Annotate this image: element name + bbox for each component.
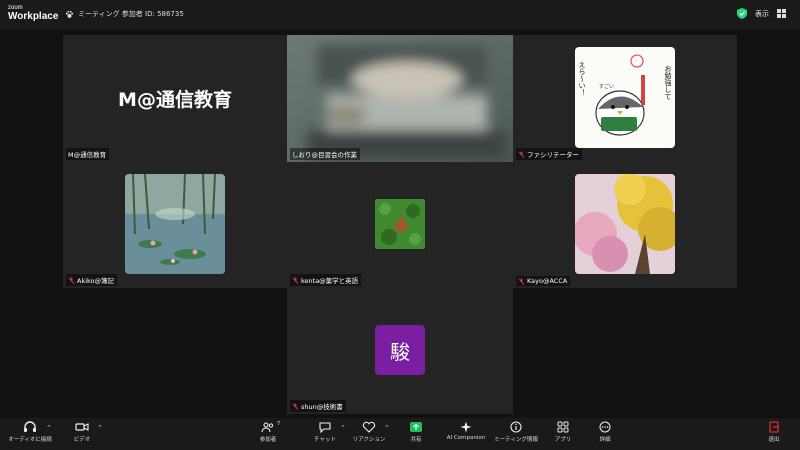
- participant-name-label: shun@技術書: [290, 400, 346, 412]
- headphones-icon: [24, 421, 36, 432]
- participant-tile-m-tsushin[interactable]: M@通信教育 M@通信教育: [63, 35, 287, 162]
- sparkle-icon: [460, 421, 472, 433]
- participant-avatar-waterlilies: [125, 174, 225, 274]
- mic-muted-icon: [292, 402, 299, 410]
- meeting-id-text: ミーティング 参加者 ID: 586735: [78, 10, 184, 18]
- grid-view-icon[interactable]: [777, 9, 786, 18]
- mic-muted-icon: [518, 277, 525, 285]
- top-bar: zoom Workplace ミーティング 参加者 ID: 586735 表示: [0, 0, 800, 30]
- video-options-chevron-up-icon[interactable]: ⌃: [97, 424, 103, 432]
- apps-button[interactable]: アプリ: [541, 421, 585, 443]
- paw-icon: [65, 10, 74, 18]
- meeting-toolbar: オーディオに接続 ⌃ ビデオ ⌃ 参加者 7 チャット ⌃ リアクション ⌃ 共…: [0, 418, 800, 450]
- sticker-text-right: お勉強して: [664, 65, 672, 100]
- participant-name-label: Akiko@簿記: [66, 274, 118, 286]
- mic-muted-icon: [292, 276, 299, 284]
- participant-name-label: Kayo@ACCA: [516, 276, 571, 286]
- participant-tile-shun[interactable]: 駿 shun@技術書: [287, 288, 513, 414]
- participant-name-label: ファシリテーター: [516, 148, 582, 160]
- chat-bubble-icon: [319, 422, 331, 433]
- share-button[interactable]: 共有: [394, 421, 438, 443]
- meeting-info-button[interactable]: ミーティング情報: [494, 421, 538, 443]
- participant-tile-kayo[interactable]: Kayo@ACCA: [513, 162, 737, 288]
- participants-count-badge: 7: [277, 421, 281, 427]
- bird-sticker-icon: [595, 54, 645, 136]
- mic-muted-icon: [68, 276, 75, 284]
- mic-muted-icon: [518, 150, 525, 158]
- sticker-bubble-text: すごい: [599, 84, 615, 90]
- view-button[interactable]: 表示: [755, 9, 769, 19]
- reactions-options-chevron-up-icon[interactable]: ⌃: [384, 424, 390, 432]
- participants-button[interactable]: 参加者: [246, 421, 290, 443]
- video-camera-icon: [75, 423, 89, 431]
- participant-tile-kenta[interactable]: kenta@薬学と英語: [287, 162, 513, 288]
- participant-name-label: しおり@目習会の作業: [290, 148, 360, 160]
- zoom-logo: zoom Workplace: [8, 5, 59, 22]
- security-shield-icon[interactable]: [737, 8, 747, 19]
- participant-tile-akiko[interactable]: Akiko@簿記: [63, 162, 287, 288]
- cherry-blossom-mimosa-icon: [575, 174, 675, 274]
- apps-icon: [557, 421, 569, 433]
- leave-button[interactable]: 退出: [752, 421, 796, 443]
- chat-options-chevron-up-icon[interactable]: ⌃: [340, 424, 346, 432]
- participant-avatar-sticker: えら〜い！ お勉強して すごい: [575, 47, 675, 148]
- ai-companion-button[interactable]: AI Companion: [444, 421, 488, 441]
- participant-name-label: kenta@薬学と英語: [290, 274, 362, 286]
- video-gallery: M@通信教育 M@通信教育 しおり@目習会の作業 えら〜い！ お勉強して すごい…: [0, 30, 800, 418]
- leave-door-icon: [769, 421, 779, 433]
- water-lily-painting-icon: [125, 174, 225, 274]
- participant-avatar-initial: 駿: [375, 325, 425, 375]
- audio-options-chevron-up-icon[interactable]: ⌃: [46, 424, 52, 432]
- participant-tile-shiori[interactable]: しおり@目習会の作業: [287, 35, 513, 162]
- participant-name-label: M@通信教育: [66, 148, 110, 160]
- sticker-text-left: えら〜い！: [578, 61, 586, 96]
- meeting-info[interactable]: ミーティング 参加者 ID: 586735: [65, 9, 184, 19]
- heart-icon: [362, 421, 376, 433]
- more-dots-icon: [599, 421, 611, 433]
- more-button[interactable]: 詳細: [583, 421, 627, 443]
- participant-display-name-large: M@通信教育: [118, 89, 232, 111]
- participants-icon: [261, 422, 274, 433]
- participant-tile-facilitator[interactable]: えら〜い！ お勉強して すごい ファシリテーター: [513, 35, 737, 162]
- video-feed-blurred-hands-keyboard: [287, 35, 513, 162]
- participant-avatar-blossoms: [575, 174, 675, 274]
- leaf-on-moss-icon: [375, 199, 425, 249]
- info-icon: [510, 421, 522, 433]
- share-screen-icon: [410, 422, 422, 432]
- participant-avatar-leaf: [375, 199, 425, 249]
